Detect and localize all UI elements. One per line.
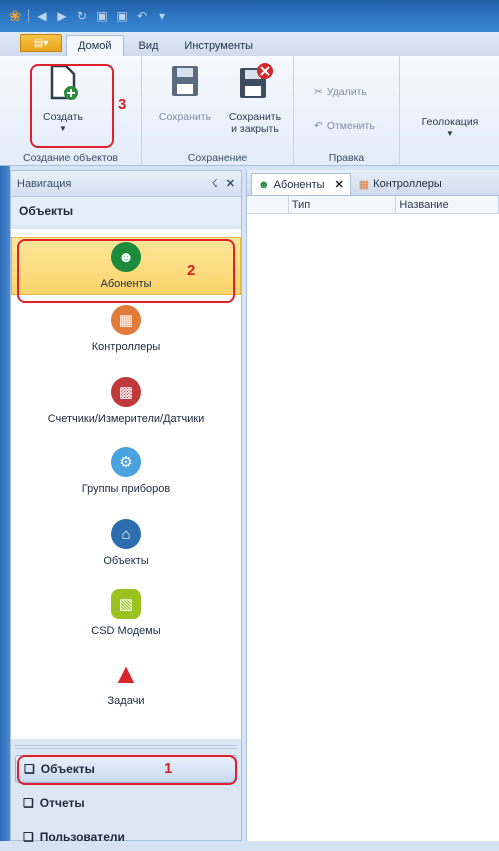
nav-item-label: Группы приборов [81,483,171,495]
cube-icon: ❏ [23,796,34,810]
nav-item-label: Контроллеры [91,341,161,353]
users-icon: ☻ [258,178,270,191]
file-menu-button[interactable]: ▤▾ [20,34,62,52]
save-close-icon[interactable]: ▣ [115,9,129,23]
nav-item-csd-modems[interactable]: ▧ CSD Модемы [11,589,241,637]
nav-list: ☻ Абоненты ▦ Контроллеры ▩ Счетчики/Изме… [11,229,241,739]
nav-section-title: Объекты [11,197,241,225]
save-icon[interactable]: ▣ [95,9,109,23]
save-label: Сохранить [158,111,212,123]
nav-item-label: CSD Модемы [91,625,161,637]
modem-icon: ▧ [111,589,141,619]
nav-item-label: Объекты [103,555,149,567]
doc-tab-label: Абоненты [273,178,325,191]
delete-button[interactable]: ✂ Удалить [314,86,367,98]
nav-item-device-groups[interactable]: ⚙ Группы приборов [11,447,241,495]
highlight-objects-button [17,755,237,785]
save-close-label-2: и закрыть [231,123,279,135]
building-icon: ⌂ [111,519,141,549]
doc-tab-controllers[interactable]: ▦ Контроллеры [353,173,448,195]
save-and-close-button[interactable]: Сохранить и закрыть [222,62,288,135]
controller-icon: ▦ [111,305,141,335]
tab-view[interactable]: Вид [128,36,170,56]
forward-icon[interactable]: ▶ [55,9,69,23]
group-saving: Сохранить Сохранить и закрыть Сохранение [142,56,294,166]
title-bar: ❀ ◀ ▶ ↻ ▣ ▣ ↶ ▾ [0,0,499,32]
undo-arrow-icon: ↶ [314,120,323,132]
column-header-name[interactable]: Название [396,196,499,213]
nav-item-label: Счетчики/Измерители/Датчики [47,413,205,425]
step-marker-3: 3 [118,96,127,113]
group-label: Создание объектов [22,152,118,164]
highlight-subscribers [17,239,235,303]
save-close-icon [240,63,273,98]
geolocation-button[interactable]: Геолокация ▼ [410,116,490,140]
nav-item-objects[interactable]: ⌂ Объекты [11,519,241,567]
tab-home[interactable]: Домой [66,35,124,56]
nav-item-controllers[interactable]: ▦ Контроллеры [11,305,241,353]
grid-row-selector [247,196,289,213]
group-label: Сохранение [187,152,248,164]
nav-button-label: Отчеты [39,796,85,810]
save-button[interactable]: Сохранить [152,62,218,123]
tab-tools[interactable]: Инструменты [173,36,264,56]
chevron-down-icon: ▼ [446,129,454,138]
floppy-disk-icon [172,66,198,96]
nav-item-tasks[interactable]: ▲ Задачи [11,658,241,707]
nav-button-reports[interactable]: ❏ Отчеты [15,789,237,817]
nav-item-label: Задачи [107,695,145,707]
refresh-icon[interactable]: ↻ [75,9,89,23]
splitter[interactable] [15,745,237,749]
pin-icon[interactable]: ☇ [211,177,217,190]
delete-label: Удалить [326,86,367,98]
save-close-label-1: Сохранить [228,111,282,123]
cancel-button[interactable]: ↶ Отменить [314,120,375,132]
nav-button-users[interactable]: ❏ Пользователи [15,823,237,851]
doc-tab-label: Контроллеры [373,178,442,190]
window-edge [0,166,10,841]
undo-icon[interactable]: ↶ [135,9,149,23]
group-edit: ✂ Удалить ↶ Отменить Правка [294,56,400,166]
group-label: Правка [328,152,365,164]
divider [28,9,29,23]
app-icon[interactable]: ❀ [8,8,22,25]
document-tabs: ☻ Абоненты ✕ ▦ Контроллеры [247,170,499,196]
nav-button-label: Пользователи [39,830,125,844]
close-icon[interactable]: ✕ [335,178,344,191]
grid-header: Тип Название [247,196,499,214]
geolocation-label: Геолокация [421,116,479,128]
nav-header-title: Навигация [17,177,72,190]
highlight-create [30,64,114,148]
scissors-icon: ✂ [314,86,323,98]
step-marker-1: 1 [164,760,173,777]
ribbon: Создать ▼ Создание объектов 3 Сохранить … [0,56,499,166]
navigation-panel: Навигация ☇ ✕ Объекты ☻ Абоненты ▦ Контр… [10,170,242,844]
column-header-type[interactable]: Тип [289,196,397,213]
cancel-label: Отменить [326,120,375,132]
doc-tab-subscribers[interactable]: ☻ Абоненты ✕ [251,173,351,195]
document-area: ☻ Абоненты ✕ ▦ Контроллеры Тип Название [246,170,499,841]
controller-icon: ▦ [358,178,370,191]
close-icon[interactable]: ✕ [226,177,235,190]
back-icon[interactable]: ◀ [35,9,49,23]
bell-icon: ▲ [112,658,140,689]
ribbon-tabs: ▤▾ Домой Вид Инструменты [0,32,499,56]
meter-icon: ▩ [111,377,141,407]
nav-header: Навигация ☇ ✕ [11,171,241,197]
cube-icon: ❏ [23,830,34,844]
customize-icon[interactable]: ▾ [155,9,169,23]
step-marker-2: 2 [187,262,196,279]
device-group-icon: ⚙ [111,447,141,477]
nav-item-meters[interactable]: ▩ Счетчики/Измерители/Датчики [11,377,241,425]
